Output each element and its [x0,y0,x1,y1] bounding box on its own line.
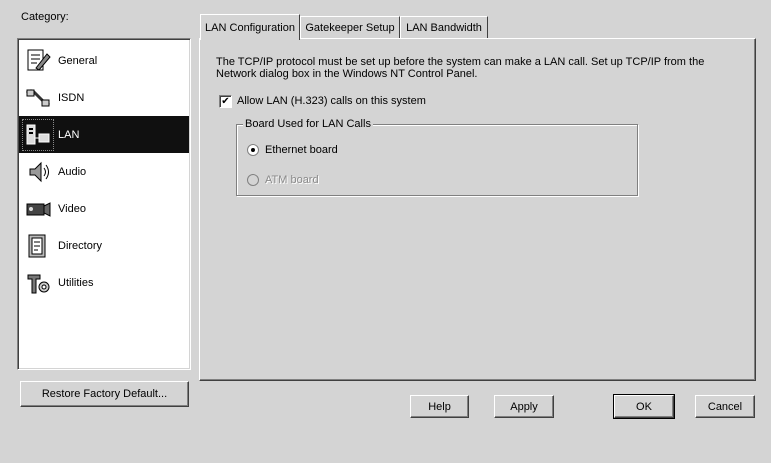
category-label-general: General [58,54,98,67]
audio-icon [23,157,53,187]
tcpip-description: The TCP/IP protocol must be set up befor… [216,56,705,80]
radio-selected-icon [251,148,255,152]
general-icon [23,46,53,76]
category-item-isdn[interactable]: ISDN [19,79,189,116]
category-label-audio: Audio [58,165,87,178]
ok-button[interactable]: OK [613,394,675,419]
ethernet-board-radio[interactable] [247,144,259,156]
atm-board-option: ATM board [247,174,319,186]
atm-board-label: ATM board [265,174,319,186]
restore-factory-default-button[interactable]: Restore Factory Default... [20,381,189,407]
atm-board-radio [247,174,259,186]
category-label: Category: [21,11,69,23]
category-label-video: Video [58,202,86,215]
checkmark-icon: ✔ [221,95,230,107]
tab-lan-bandwidth[interactable]: LAN Bandwidth [400,16,488,38]
tab-gatekeeper-setup[interactable]: Gatekeeper Setup [300,16,400,38]
directory-icon [23,231,53,261]
lan-icon [22,118,54,151]
category-item-utilities[interactable]: Utilities [19,264,189,301]
category-item-audio[interactable]: Audio [19,153,189,190]
utilities-icon [23,268,53,298]
tab-lan-configuration[interactable]: LAN Configuration [200,14,300,40]
allow-lan-checkbox[interactable]: ✔ [219,95,232,108]
category-label-lan: LAN [58,128,80,141]
category-label-isdn: ISDN [58,91,85,104]
category-item-lan[interactable]: LAN [19,116,189,153]
category-item-directory[interactable]: Directory [19,227,189,264]
category-item-general[interactable]: General [19,42,189,79]
allow-lan-label[interactable]: Allow LAN (H.323) calls on this system [237,95,426,107]
apply-button[interactable]: Apply [494,395,554,418]
ethernet-board-label: Ethernet board [265,144,338,156]
ethernet-board-option[interactable]: Ethernet board [247,144,338,156]
lan-configuration-panel [199,38,756,381]
isdn-icon [23,83,53,113]
category-list[interactable]: General ISDN LAN Audio Video Directory U… [17,38,191,370]
help-button[interactable]: Help [410,395,469,418]
video-icon [23,194,53,224]
board-group-title: Board Used for LAN Calls [243,118,373,130]
category-item-video[interactable]: Video [19,190,189,227]
cancel-button[interactable]: Cancel [695,395,755,418]
category-label-utilities: Utilities [58,276,94,289]
category-label-directory: Directory [58,239,103,252]
